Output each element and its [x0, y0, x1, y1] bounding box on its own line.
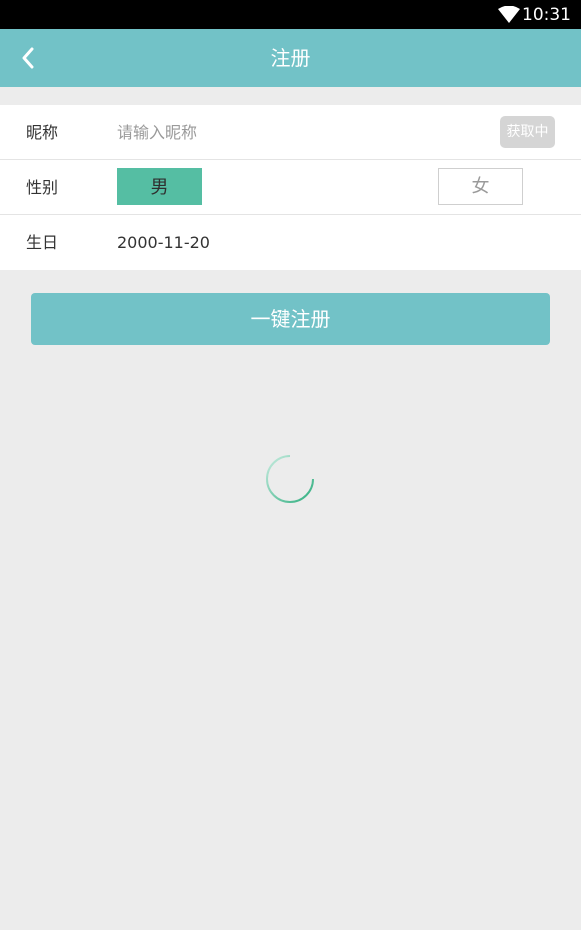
birthday-value[interactable]: 2000-11-20 — [117, 215, 210, 270]
gender-female-option[interactable]: 女 — [438, 168, 523, 205]
fetch-nickname-button[interactable]: 获取中 — [500, 116, 555, 148]
gender-label: 性别 — [26, 178, 59, 197]
nickname-input[interactable] — [117, 117, 477, 147]
birthday-row: 生日 2000-11-20 — [0, 215, 581, 270]
register-button[interactable]: 一键注册 — [31, 293, 550, 345]
page-title: 注册 — [270, 46, 311, 70]
birthday-label: 生日 — [26, 233, 59, 252]
app-bar: 注册 — [0, 29, 581, 87]
gender-row: 性别 男 女 — [0, 160, 581, 215]
registration-form: 昵称 获取中 性别 男 女 生日 2000-11-20 — [0, 105, 581, 270]
loading-spinner-icon — [266, 455, 314, 503]
nickname-label: 昵称 — [26, 123, 59, 142]
gender-male-option[interactable]: 男 — [117, 168, 202, 205]
wifi-icon — [498, 6, 520, 23]
nickname-row: 昵称 获取中 — [0, 105, 581, 160]
status-bar: 10:31 — [0, 0, 581, 29]
status-time: 10:31 — [522, 5, 571, 25]
